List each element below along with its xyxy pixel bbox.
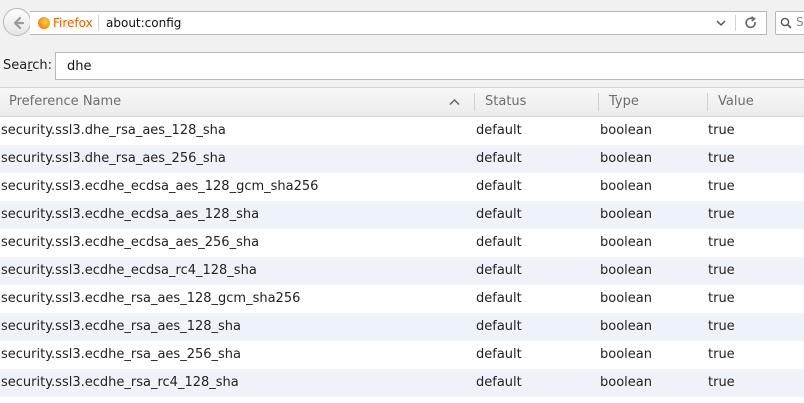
back-button[interactable] xyxy=(3,8,31,36)
column-header-preference-name[interactable]: Preference Name xyxy=(9,88,121,116)
preference-status: default xyxy=(476,235,522,250)
preference-status: default xyxy=(476,319,522,334)
preference-type: boolean xyxy=(600,319,652,334)
tree-header: Preference Name Status Type Value xyxy=(0,87,804,117)
column-header-status[interactable]: Status xyxy=(485,88,526,116)
sort-ascending-icon[interactable] xyxy=(449,98,460,106)
preference-status: default xyxy=(476,207,522,222)
url-bar[interactable]: Firefox about:config xyxy=(30,11,767,35)
column-separator[interactable] xyxy=(598,93,599,111)
identity-label: Firefox xyxy=(53,16,93,30)
preference-name: security.ssl3.ecdhe_ecdsa_aes_128_gcm_sh… xyxy=(1,179,319,194)
preference-type: boolean xyxy=(600,207,652,222)
preference-value: true xyxy=(708,207,735,222)
search-icon xyxy=(780,17,792,29)
filter-row: Search: xyxy=(0,47,804,87)
reload-icon[interactable] xyxy=(744,16,758,30)
column-header-type[interactable]: Type xyxy=(609,88,639,116)
table-row[interactable]: security.ssl3.dhe_rsa_aes_128_sha defaul… xyxy=(0,117,804,145)
table-row[interactable]: security.ssl3.ecdhe_ecdsa_aes_128_sha de… xyxy=(0,201,804,229)
preference-status: default xyxy=(476,179,522,194)
preference-name: security.ssl3.ecdhe_rsa_aes_128_gcm_sha2… xyxy=(1,291,301,306)
preference-value: true xyxy=(708,291,735,306)
preference-value: true xyxy=(708,123,735,138)
search-box[interactable]: S xyxy=(775,11,804,35)
search-label-suffix: ch: xyxy=(32,58,53,73)
preference-value: true xyxy=(708,235,735,250)
preference-type: boolean xyxy=(600,235,652,250)
preference-value: true xyxy=(708,263,735,278)
preference-status: default xyxy=(476,347,522,362)
preference-type: boolean xyxy=(600,263,652,278)
table-row[interactable]: security.ssl3.ecdhe_rsa_rc4_128_sha defa… xyxy=(0,369,804,397)
preference-value: true xyxy=(708,375,735,390)
column-separator[interactable] xyxy=(474,93,475,111)
search-placeholder: S xyxy=(796,15,804,29)
identity-box[interactable]: Firefox xyxy=(38,15,99,31)
search-label: Search: xyxy=(3,58,52,73)
table-row[interactable]: security.ssl3.ecdhe_rsa_aes_256_sha defa… xyxy=(0,341,804,369)
preference-list: security.ssl3.dhe_rsa_aes_128_sha defaul… xyxy=(0,117,804,397)
preference-value: true xyxy=(708,319,735,334)
preference-name: security.ssl3.dhe_rsa_aes_256_sha xyxy=(1,151,226,166)
preference-name: security.ssl3.ecdhe_rsa_aes_128_sha xyxy=(1,319,241,334)
table-row[interactable]: security.ssl3.ecdhe_rsa_aes_128_sha defa… xyxy=(0,313,804,341)
table-row[interactable]: security.ssl3.ecdhe_ecdsa_aes_128_gcm_sh… xyxy=(0,173,804,201)
preference-value: true xyxy=(708,179,735,194)
firefox-logo-icon xyxy=(38,17,50,29)
table-row[interactable]: security.ssl3.ecdhe_ecdsa_rc4_128_sha de… xyxy=(0,257,804,285)
preference-status: default xyxy=(476,151,522,166)
column-separator[interactable] xyxy=(707,93,708,111)
table-row[interactable]: security.ssl3.ecdhe_rsa_aes_128_gcm_sha2… xyxy=(0,285,804,313)
preference-value: true xyxy=(708,151,735,166)
preference-status: default xyxy=(476,375,522,390)
navigation-toolbar: Firefox about:config S xyxy=(0,0,804,48)
preference-status: default xyxy=(476,263,522,278)
table-row[interactable]: security.ssl3.dhe_rsa_aes_256_sha defaul… xyxy=(0,145,804,173)
url-separator xyxy=(735,15,736,31)
preference-name: security.ssl3.ecdhe_ecdsa_aes_128_sha xyxy=(1,207,260,222)
url-text[interactable]: about:config xyxy=(106,16,181,30)
preference-type: boolean xyxy=(600,347,652,362)
column-header-value[interactable]: Value xyxy=(718,88,754,116)
preference-name: security.ssl3.ecdhe_ecdsa_aes_256_sha xyxy=(1,235,260,250)
preference-type: boolean xyxy=(600,291,652,306)
preference-name: security.ssl3.ecdhe_rsa_rc4_128_sha xyxy=(1,375,239,390)
preference-name: security.ssl3.ecdhe_rsa_aes_256_sha xyxy=(1,347,241,362)
preference-value: true xyxy=(708,347,735,362)
preference-name: security.ssl3.dhe_rsa_aes_128_sha xyxy=(1,123,226,138)
back-arrow-icon xyxy=(13,16,25,30)
table-row[interactable]: security.ssl3.ecdhe_ecdsa_aes_256_sha de… xyxy=(0,229,804,257)
preference-type: boolean xyxy=(600,375,652,390)
preference-name: security.ssl3.ecdhe_ecdsa_rc4_128_sha xyxy=(1,263,257,278)
chevron-down-icon[interactable] xyxy=(716,19,726,27)
preference-status: default xyxy=(476,123,522,138)
preference-type: boolean xyxy=(600,151,652,166)
search-label-prefix: Sea xyxy=(3,58,28,73)
preference-search-input[interactable] xyxy=(55,52,804,80)
preference-status: default xyxy=(476,291,522,306)
preference-type: boolean xyxy=(600,123,652,138)
preference-type: boolean xyxy=(600,179,652,194)
